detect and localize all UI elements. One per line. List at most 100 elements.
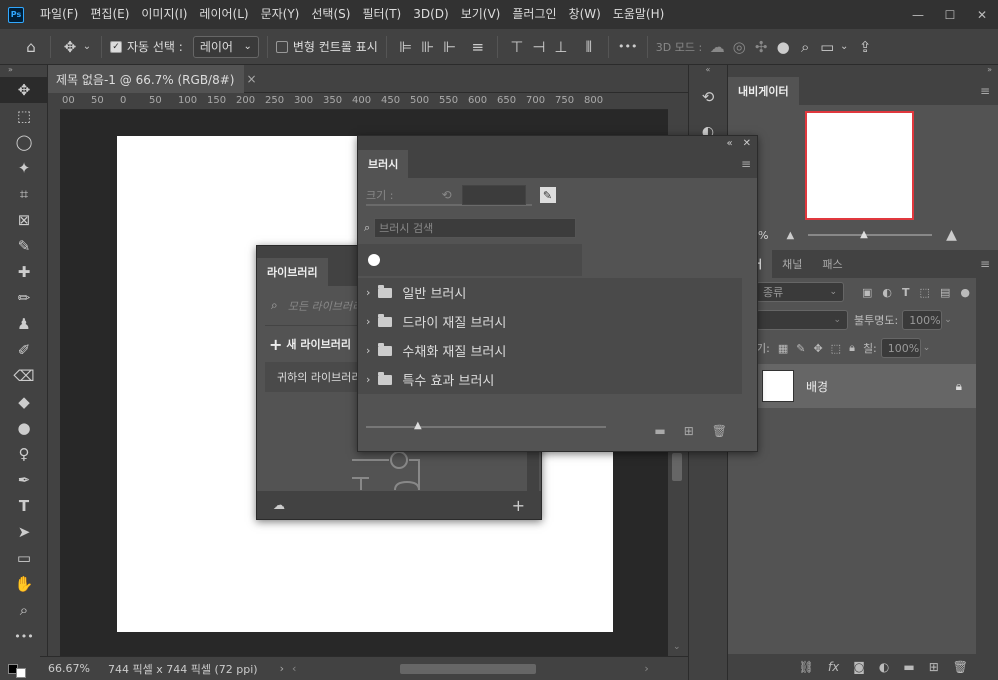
distribute-vertical-icon[interactable]: ⦀ (578, 36, 600, 58)
type-tool-icon[interactable]: T (0, 493, 48, 519)
history-brush-tool-icon[interactable]: ✐ (0, 337, 48, 363)
menu-item[interactable]: 플러그인 (506, 0, 562, 29)
share-icon[interactable]: ⇪ (854, 36, 876, 58)
tab-libraries[interactable]: 라이브러리 (257, 258, 328, 286)
chevron-down-icon[interactable]: ⌄ (923, 343, 931, 353)
new-layer-icon[interactable]: ⊞ (929, 660, 939, 674)
healing-brush-tool-icon[interactable]: ✚ (0, 259, 48, 285)
stamp-tool-icon[interactable]: ♟ (0, 311, 48, 337)
more-tools-icon[interactable]: ••• (0, 623, 48, 649)
move-tool-icon[interactable]: ✥ (59, 36, 81, 58)
new-group-icon[interactable]: ▬ (903, 660, 914, 674)
home-icon[interactable]: ⌂ (20, 36, 42, 58)
tab-channels[interactable]: 채널 (772, 250, 812, 278)
paint-bucket-tool-icon[interactable]: ◆ (0, 389, 48, 415)
brush-folder[interactable]: › 일반 브러시 (358, 278, 742, 307)
zoom-out-icon[interactable]: ▲ (786, 230, 794, 241)
filter-adjustment-icon[interactable]: ◐ (882, 286, 892, 299)
collapse-icon[interactable]: « (726, 138, 732, 149)
menu-item[interactable]: 필터(T) (356, 0, 407, 29)
rectangle-tool-icon[interactable]: ▭ (0, 545, 48, 571)
close-tab-icon[interactable]: × (246, 72, 256, 86)
adjustment-layer-icon[interactable]: ◐ (879, 660, 889, 674)
zoom-level[interactable]: 66.67% (48, 662, 98, 675)
lock-artboard-icon[interactable]: ⬚ (831, 342, 841, 355)
path-selection-tool-icon[interactable]: ➤ (0, 519, 48, 545)
new-folder-icon[interactable]: ▬ (654, 424, 665, 438)
align-right-icon[interactable]: ⊩ (439, 36, 461, 58)
chevron-right-icon[interactable]: › (366, 315, 370, 328)
scroll-thumb[interactable] (672, 453, 682, 481)
background-color-swatch[interactable] (16, 668, 26, 678)
brush-folder[interactable]: › 수채화 재질 브러시 (358, 336, 742, 365)
auto-select-checkbox[interactable]: ✓ (110, 40, 122, 53)
chevron-down-icon[interactable]: ⌄ (81, 36, 93, 58)
dodge-tool-icon[interactable]: ♀ (0, 441, 48, 467)
blur-tool-icon[interactable]: ● (0, 415, 48, 441)
slider-thumb[interactable]: ▲ (414, 420, 422, 431)
fill-field[interactable]: 100% (880, 338, 921, 358)
add-mask-icon[interactable]: ◙ (853, 660, 865, 674)
menu-item[interactable]: 보기(V) (455, 0, 507, 29)
frame-tool-icon[interactable]: ⊠ (0, 207, 48, 233)
brush-preview-slider[interactable]: ▲ (366, 420, 606, 431)
chevron-right-icon[interactable]: › (366, 373, 370, 386)
more-options-icon[interactable]: ••• (617, 36, 639, 58)
distribute-icon[interactable]: ≡ (467, 36, 489, 58)
eraser-tool-icon[interactable]: ⌫ (0, 363, 48, 389)
chevron-down-icon[interactable]: ⌄ (944, 315, 952, 325)
menu-item[interactable]: 3D(D) (407, 0, 454, 29)
filter-smart-object-icon[interactable]: ▤ (940, 286, 950, 299)
cloud-icon[interactable]: ☁ (273, 498, 285, 512)
search-icon[interactable]: ⌕ (794, 36, 816, 58)
user-icon[interactable]: ● (772, 36, 794, 58)
brush-settings-icon[interactable]: ✎ (539, 187, 556, 203)
link-layers-icon[interactable]: ⛓ (799, 660, 814, 674)
fx-icon[interactable]: fx (828, 660, 839, 674)
lock-transparency-icon[interactable]: ▦ (778, 342, 788, 355)
menu-item[interactable]: 파일(F) (34, 0, 84, 29)
scroll-down-icon[interactable]: ⌄ (673, 642, 681, 652)
layers-scrollbar[interactable] (976, 271, 998, 654)
crop-tool-icon[interactable]: ⌗ (0, 181, 48, 207)
chevron-right-icon[interactable]: › (366, 286, 370, 299)
menu-item[interactable]: 문자(Y) (255, 0, 306, 29)
lasso-tool-icon[interactable]: ◯ (0, 129, 48, 155)
3d-roll-icon[interactable]: ◎ (728, 36, 750, 58)
navigator-zoom-value[interactable]: % (758, 229, 768, 242)
align-left-icon[interactable]: ⊫ (395, 36, 417, 58)
pen-tool-icon[interactable]: ✒ (0, 467, 48, 493)
library-scrollbar[interactable] (527, 451, 539, 491)
3d-orbit-icon[interactable]: ☁ (706, 36, 728, 58)
minimize-button[interactable]: — (902, 0, 934, 29)
lock-all-icon[interactable]: 🔒︎ (849, 341, 855, 355)
align-top-icon[interactable]: ⊤ (506, 36, 528, 58)
brush-preset-icon[interactable] (368, 254, 380, 266)
chevron-right-icon[interactable]: › (366, 344, 370, 357)
menu-item[interactable]: 편집(E) (84, 0, 135, 29)
lock-position-icon[interactable]: ✥ (813, 342, 822, 355)
layer-filter-dropdown[interactable]: 종류 ⌄ (756, 282, 844, 302)
scroll-right-icon[interactable]: › (644, 662, 648, 675)
filter-type-icon[interactable]: T (902, 286, 910, 299)
collapse-icon[interactable]: » (728, 65, 998, 77)
menu-item[interactable]: 레이어(L) (193, 0, 254, 29)
align-middle-icon[interactable]: ⊣ (528, 36, 550, 58)
tab-navigator[interactable]: 내비게이터 (728, 77, 799, 105)
collapse-icon[interactable]: « (689, 65, 727, 77)
menu-item[interactable]: 이미지(I) (135, 0, 193, 29)
add-icon[interactable]: + (512, 496, 525, 515)
status-expand-icon[interactable]: › (280, 662, 284, 675)
filter-toggle-icon[interactable]: ● (960, 286, 970, 299)
tab-paths[interactable]: 패스 (812, 250, 852, 278)
3d-pan-icon[interactable]: ✣ (750, 36, 772, 58)
brush-folder[interactable]: › 드라이 재질 브러시 (358, 307, 742, 336)
layer-row[interactable]: 배경 🔒︎ (728, 364, 976, 408)
horizontal-scroll-thumb[interactable] (400, 663, 537, 674)
reset-icon[interactable]: ⟲ (441, 188, 451, 202)
move-tool-icon[interactable]: ✥ (0, 77, 48, 103)
workspace-icon[interactable]: ▭ (816, 36, 838, 58)
opacity-field[interactable]: 100% (902, 310, 943, 330)
auto-select-dropdown[interactable]: 레이어 ⌄ (192, 35, 259, 58)
align-bottom-icon[interactable]: ⊥ (550, 36, 572, 58)
